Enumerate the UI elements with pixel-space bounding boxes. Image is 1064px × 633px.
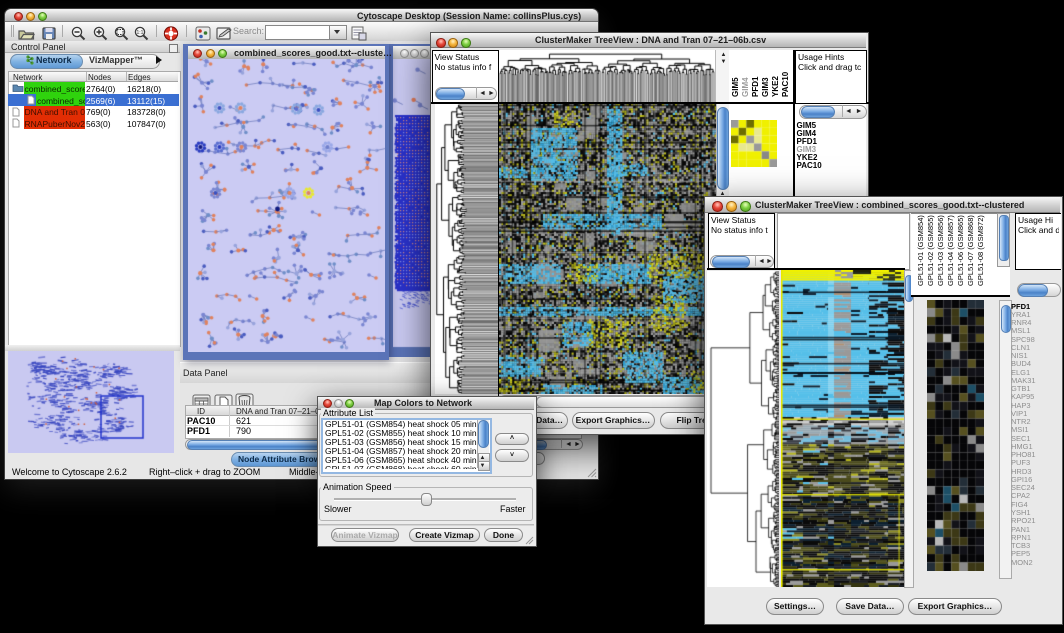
svg-text:1:1: 1:1 bbox=[137, 30, 144, 36]
